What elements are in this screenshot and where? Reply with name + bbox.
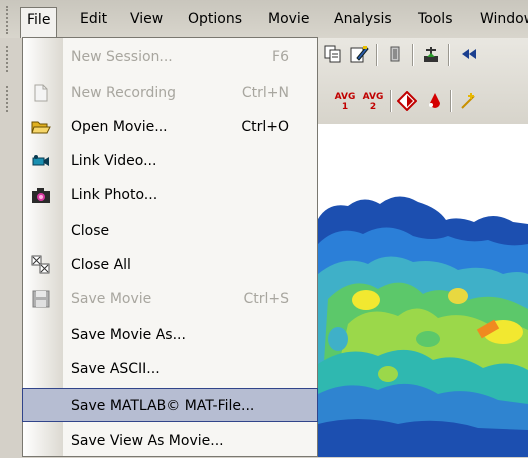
menu-item-label: Save View As Movie... xyxy=(71,433,224,449)
menu-options[interactable]: Options xyxy=(182,8,248,30)
avg2-label: AVG xyxy=(362,92,384,102)
camera-icon xyxy=(31,185,51,205)
menubar-grip[interactable] xyxy=(6,6,12,34)
menu-item-label: Link Video... xyxy=(71,153,157,169)
document-icon xyxy=(31,83,51,103)
toolbar-row-1 xyxy=(318,40,528,70)
menu-view[interactable]: View xyxy=(124,8,169,30)
menu-item-link-video[interactable]: Link Video... xyxy=(23,144,317,178)
menu-item-label: Save Movie xyxy=(71,291,152,307)
menu-movie[interactable]: Movie xyxy=(262,8,315,30)
menu-item-label: Close xyxy=(71,223,110,239)
menu-item-save-movie[interactable]: Save Movie Ctrl+S xyxy=(23,282,317,316)
left-toolbar-strip xyxy=(0,38,22,457)
menu-item-open-movie[interactable]: Open Movie... Ctrl+O xyxy=(23,110,317,144)
toolbar-grip[interactable] xyxy=(6,46,12,72)
menu-item-label: Save Movie As... xyxy=(71,327,186,343)
heatmap-view[interactable] xyxy=(318,124,528,457)
avg2-sub: 2 xyxy=(369,102,377,112)
menu-item-label: New Recording xyxy=(71,85,177,101)
menu-tools[interactable]: Tools xyxy=(412,8,459,30)
menu-item-label: Open Movie... xyxy=(71,119,168,135)
menu-item-save-view-as-movie[interactable]: Save View As Movie... xyxy=(23,424,317,458)
menu-analysis[interactable]: Analysis xyxy=(328,8,398,30)
heatmap-image xyxy=(318,196,528,457)
edit-icon[interactable] xyxy=(348,44,370,66)
menu-edit[interactable]: Edit xyxy=(74,8,113,30)
menu-item-new-session[interactable]: New Session... F6 xyxy=(23,40,317,74)
menu-item-save-movie-as[interactable]: Save Movie As... xyxy=(23,318,317,352)
menu-bar: File Edit View Options Movie Analysis To… xyxy=(0,0,528,39)
toolbar: AVG 1 AVG 2 xyxy=(318,38,528,124)
menu-item-label: Save MATLAB© MAT-File... xyxy=(71,398,255,414)
menu-item-new-recording[interactable]: New Recording Ctrl+N xyxy=(23,76,317,110)
menu-item-close-all[interactable]: Close All xyxy=(23,248,317,282)
menu-item-shortcut: Ctrl+O xyxy=(241,119,289,135)
menu-file[interactable]: File xyxy=(20,7,58,38)
antenna-icon[interactable] xyxy=(420,44,442,66)
toolbar-separator xyxy=(390,90,392,112)
toolbar-separator xyxy=(376,44,378,66)
camcorder-icon xyxy=(31,151,51,171)
copy-icon[interactable] xyxy=(322,44,344,66)
menu-item-link-photo[interactable]: Link Photo... xyxy=(23,178,317,212)
close-all-icon xyxy=(31,255,51,275)
avg1-button[interactable]: AVG 1 xyxy=(332,90,358,116)
toolbar-separator xyxy=(448,44,450,66)
avg1-label: AVG xyxy=(334,92,356,102)
menu-item-label: Save ASCII... xyxy=(71,361,160,377)
avg2-button[interactable]: AVG 2 xyxy=(360,90,386,116)
floppy-icon xyxy=(31,289,51,309)
diamond-icon[interactable] xyxy=(396,90,418,113)
toolbar-separator xyxy=(450,90,452,112)
rewind-icon[interactable] xyxy=(458,44,480,66)
toolbar-row-2: AVG 1 AVG 2 xyxy=(318,86,528,116)
sparkle-icon[interactable] xyxy=(458,91,480,113)
toolbar-separator xyxy=(412,44,414,66)
avg1-sub: 1 xyxy=(341,102,349,112)
menu-item-save-ascii[interactable]: Save ASCII... xyxy=(23,352,317,386)
box-icon[interactable] xyxy=(384,44,406,66)
file-menu-dropdown: New Session... F6 New Recording Ctrl+N O… xyxy=(22,37,318,457)
toolbar-grip[interactable] xyxy=(6,86,12,112)
menu-item-shortcut: Ctrl+S xyxy=(243,291,289,307)
menu-item-save-matlab[interactable]: Save MATLAB© MAT-File... xyxy=(22,388,318,422)
menu-item-shortcut: F6 xyxy=(272,49,289,65)
menu-item-shortcut: Ctrl+N xyxy=(241,85,289,101)
menu-item-label: Close All xyxy=(71,257,131,273)
drop-icon[interactable] xyxy=(422,91,444,113)
folder-open-icon xyxy=(31,117,51,137)
menu-window[interactable]: Window xyxy=(474,8,528,30)
menu-item-label: New Session... xyxy=(71,49,173,65)
menu-item-close[interactable]: Close xyxy=(23,214,317,248)
menu-item-label: Link Photo... xyxy=(71,187,158,203)
